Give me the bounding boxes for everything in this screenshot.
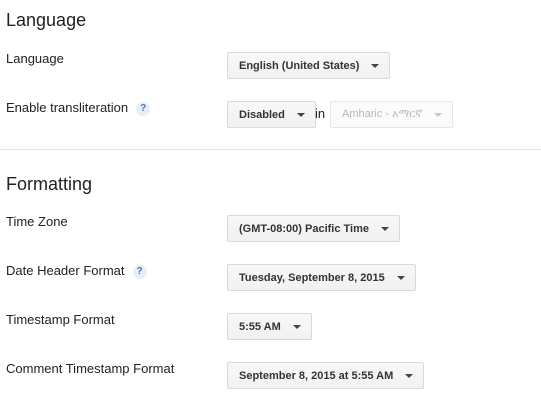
- chevron-down-icon: [434, 112, 443, 117]
- transliteration-label: Enable transliteration: [6, 100, 129, 115]
- help-icon[interactable]: ?: [136, 102, 151, 116]
- time-zone-dropdown[interactable]: (GMT-08:00) Pacific Time: [227, 215, 401, 242]
- transliteration-connector: in: [315, 106, 326, 121]
- comment-timestamp-format-label: Comment Timestamp Format: [6, 361, 175, 376]
- chevron-down-icon: [396, 275, 405, 280]
- chevron-down-icon: [292, 324, 301, 329]
- transliteration-label-row: Enable transliteration?: [6, 100, 151, 116]
- language-label: Language: [6, 51, 64, 66]
- chevron-down-icon: [296, 112, 305, 117]
- transliteration-language-dropdown: Amharic - አማርኛ: [330, 101, 454, 128]
- formatting-section-title: Formatting: [6, 174, 93, 194]
- comment-timestamp-format-dropdown[interactable]: September 8, 2015 at 5:55 AM: [227, 362, 425, 389]
- transliteration-language-value: Amharic - አማርኛ: [342, 108, 423, 120]
- transliteration-dropdown[interactable]: Disabled: [227, 101, 316, 128]
- date-header-format-label: Date Header Format: [6, 263, 125, 278]
- timestamp-format-label: Timestamp Format: [6, 312, 115, 327]
- time-zone-dropdown-value: (GMT-08:00) Pacific Time: [239, 222, 370, 235]
- chevron-down-icon: [381, 226, 390, 231]
- timestamp-format-dropdown-value: 5:55 AM: [239, 320, 281, 333]
- transliteration-dropdown-value: Disabled: [239, 108, 285, 121]
- timestamp-format-dropdown[interactable]: 5:55 AM: [227, 313, 312, 340]
- language-dropdown-value: English (United States): [239, 59, 360, 72]
- chevron-down-icon: [405, 373, 414, 378]
- language-section-title: Language: [6, 10, 87, 30]
- language-dropdown[interactable]: English (United States): [227, 52, 391, 79]
- comment-timestamp-format-dropdown-value: September 8, 2015 at 5:55 AM: [239, 369, 394, 382]
- date-header-format-label-row: Date Header Format?: [6, 263, 147, 279]
- date-header-format-dropdown-value: Tuesday, September 8, 2015: [239, 271, 385, 284]
- help-icon[interactable]: ?: [132, 265, 147, 279]
- chevron-down-icon: [371, 63, 380, 68]
- section-divider: [0, 149, 541, 150]
- date-header-format-dropdown[interactable]: Tuesday, September 8, 2015: [227, 264, 416, 291]
- time-zone-label: Time Zone: [6, 214, 68, 229]
